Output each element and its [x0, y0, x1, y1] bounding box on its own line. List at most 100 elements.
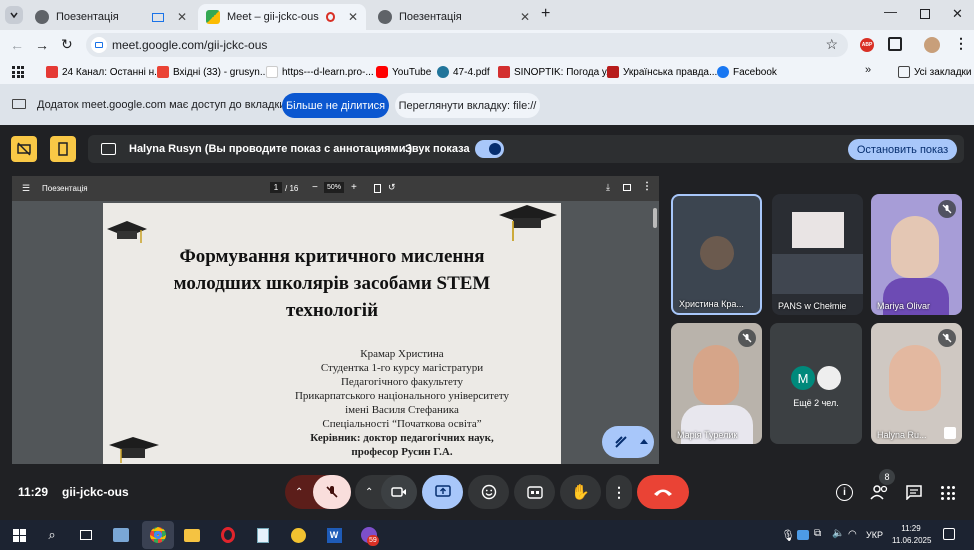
zoom-tray-icon[interactable] [797, 530, 809, 540]
avatar [700, 236, 734, 270]
participant-tile[interactable]: PANS w Chełmie [772, 194, 863, 315]
microphone-tray-icon[interactable]: 🎙 [781, 529, 795, 542]
info-icon[interactable]: i [836, 484, 853, 501]
emoji-icon [481, 484, 496, 500]
print-icon[interactable] [623, 184, 631, 191]
chrome-taskbar-button[interactable] [142, 521, 174, 549]
task-view-icon[interactable] [74, 523, 98, 547]
participant-tile-more[interactable]: M Ещё 2 чел. [770, 323, 862, 444]
people-count-badge: 8 [879, 469, 895, 485]
file-explorer-icon[interactable] [180, 523, 204, 547]
leave-call-button[interactable] [637, 475, 689, 509]
microphone-button[interactable]: ⌃ [285, 475, 351, 509]
download-icon[interactable]: ⤓ [606, 182, 610, 193]
volume-icon[interactable]: 🔈 [832, 528, 844, 539]
activities-button[interactable] [941, 486, 955, 500]
star-icon[interactable]: ☆ [825, 36, 838, 53]
site-info-icon[interactable] [91, 37, 107, 53]
rotate-icon[interactable]: ↺ [388, 182, 396, 193]
zoom-out-button[interactable]: − [312, 182, 318, 193]
close-icon[interactable]: ✕ [177, 10, 187, 24]
reload-button[interactable]: ↻ [61, 36, 73, 53]
participant-tile[interactable]: Марія Турелик [671, 323, 762, 444]
address-bar[interactable]: meet.google.com/gii-jckc-ous ☆ [86, 33, 848, 57]
close-window-button[interactable]: ✕ [952, 6, 963, 22]
avatar[interactable] [924, 37, 940, 53]
screen-preview [792, 212, 844, 248]
bookmark-facebook[interactable]: Facebook [717, 64, 777, 80]
fit-page-icon[interactable] [374, 184, 381, 193]
reactions-button[interactable] [468, 475, 509, 509]
notifications-icon[interactable] [943, 528, 955, 540]
back-button[interactable]: ← [10, 37, 24, 53]
sound-toggle[interactable] [475, 140, 504, 158]
app-icon[interactable] [109, 523, 133, 547]
pdf-scrollbar[interactable] [653, 208, 657, 228]
hide-self-view-button[interactable] [11, 136, 37, 162]
notepad-icon[interactable] [251, 523, 275, 547]
present-button[interactable] [422, 475, 463, 509]
clock[interactable]: 11:29 11.06.2025 [892, 523, 931, 547]
bookmark-pdf[interactable]: 47-4.pdf [437, 64, 490, 80]
mic-off-icon [938, 329, 956, 347]
zoom-input[interactable]: 50% [324, 182, 344, 193]
bookmark-gmail[interactable]: Вхідні (33) - grusyn... [157, 64, 268, 80]
video-icon[interactable] [381, 475, 417, 509]
forward-button[interactable]: → [35, 37, 49, 53]
new-tab-button[interactable]: + [541, 5, 550, 23]
captions-button[interactable] [514, 475, 555, 509]
start-button[interactable] [7, 523, 31, 547]
tab-presentation-1[interactable]: Поезентація ✕ [27, 4, 195, 30]
people-button[interactable] [870, 484, 890, 502]
zoom-in-button[interactable]: + [351, 182, 357, 193]
mic-off-icon[interactable] [313, 475, 351, 509]
menu-icon[interactable]: ⋮ [954, 35, 968, 52]
chevron-up-icon[interactable]: ⌃ [365, 487, 373, 498]
bookmark-pravda[interactable]: Українська правда... [607, 64, 717, 80]
wifi-icon[interactable]: ◠ [848, 529, 857, 540]
meeting-time: 11:29 [18, 485, 49, 499]
raise-hand-button[interactable]: ✋ [560, 475, 601, 509]
annotation-button[interactable] [50, 136, 76, 162]
view-tab-button[interactable]: Переглянути вкладку: file:// [395, 93, 540, 118]
participant-tile[interactable]: Христина Кра... [671, 194, 762, 315]
extensions-icon[interactable] [888, 37, 902, 51]
more-icon[interactable]: ⋮ [642, 181, 652, 192]
stop-sharing-button[interactable]: Більше не ділитися [282, 93, 389, 118]
participant-tile[interactable]: Mariya Olivar [871, 194, 962, 315]
minimize-button[interactable]: — [884, 4, 897, 19]
annotation-tools-button[interactable] [602, 426, 654, 458]
all-bookmarks[interactable]: Усі закладки [898, 64, 972, 80]
page-input[interactable]: 1 [270, 182, 282, 193]
close-icon[interactable]: ✕ [520, 10, 530, 24]
chevron-up-icon[interactable]: ⌃ [295, 487, 303, 498]
pin-icon[interactable] [944, 427, 956, 439]
stop-presenting-button[interactable]: Остановить показ [848, 139, 957, 160]
apps-icon[interactable] [12, 66, 24, 78]
more-bookmarks-icon[interactable]: » [865, 64, 871, 76]
bookmark-dlearn[interactable]: https---d-learn.pro-... [266, 64, 374, 80]
more-options-button[interactable]: ⋮ [606, 475, 632, 509]
bookmark-sinoptik[interactable]: SINOPTIK: Погода у... [498, 64, 614, 80]
language-indicator[interactable]: УКР [866, 530, 883, 540]
norton-icon[interactable] [286, 523, 310, 547]
meeting-code: gii-jckc-ous [62, 485, 129, 499]
network-icon[interactable]: ⧉ [814, 528, 821, 539]
restore-button[interactable] [920, 9, 930, 19]
opera-icon[interactable] [216, 523, 240, 547]
search-icon[interactable]: ⌕ [40, 523, 64, 547]
adblock-icon[interactable]: ABP [860, 38, 874, 52]
tab-presentation-2[interactable]: Поезентація ✕ [370, 4, 538, 30]
tab-search-button[interactable] [5, 6, 23, 24]
chat-button[interactable] [906, 485, 922, 501]
casting-icon [151, 12, 164, 22]
camera-button[interactable]: ⌃ [355, 475, 417, 509]
sidebar-menu-icon[interactable]: ☰ [22, 183, 30, 194]
bookmark-youtube[interactable]: YouTube [376, 64, 431, 80]
word-icon[interactable]: W [322, 523, 346, 547]
close-icon[interactable]: ✕ [348, 10, 358, 24]
graduation-cap-icon [499, 205, 557, 241]
participant-tile[interactable]: Halyna Ru... [871, 323, 962, 444]
tab-meet[interactable]: Meet – gii-jckc-ous ✕ [198, 4, 366, 30]
bookmark-24kanal[interactable]: 24 Канал: Останні н... [46, 64, 162, 80]
